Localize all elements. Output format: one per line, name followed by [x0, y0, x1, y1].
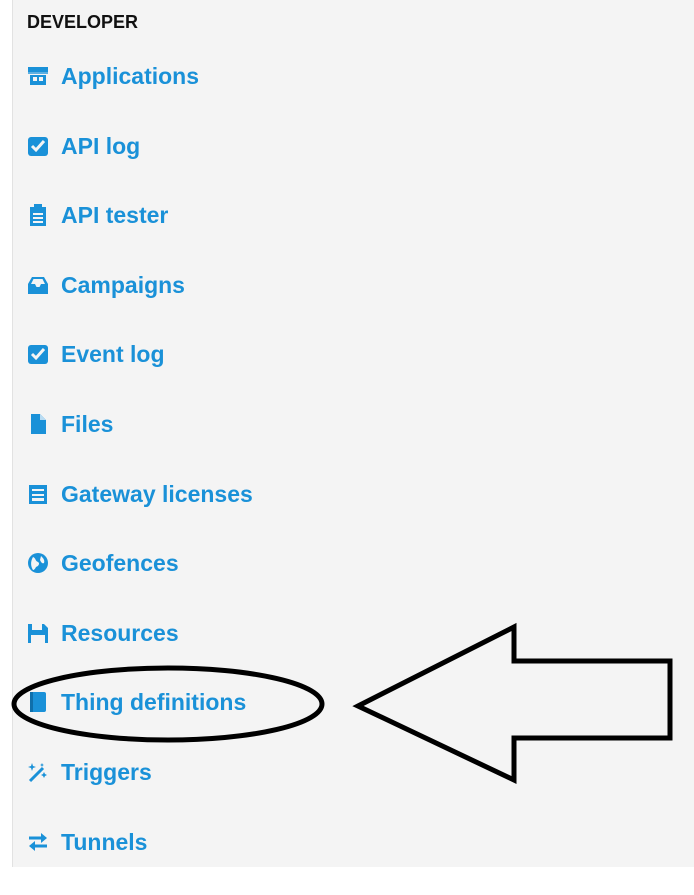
sidebar-item-label: Tunnels [61, 828, 148, 855]
sidebar-item-geofences[interactable]: Geofences [26, 547, 253, 617]
clipboard-icon [26, 203, 50, 227]
sidebar-item-label: Event log [61, 341, 165, 368]
sidebar-item-label: Triggers [61, 758, 152, 785]
magic-wand-icon [26, 760, 50, 784]
section-title: DEVELOPER [27, 12, 139, 32]
checkbox-icon [26, 134, 50, 158]
sidebar-item-label: Gateway licenses [61, 480, 253, 507]
sidebar-item-gateway-licenses[interactable]: Gateway licenses [26, 478, 253, 548]
inbox-icon [26, 273, 50, 297]
checkbox-icon [26, 342, 50, 366]
book-icon [26, 690, 50, 714]
save-icon [26, 621, 50, 645]
sidebar-item-event-log[interactable]: Event log [26, 338, 253, 408]
sidebar-item-campaigns[interactable]: Campaigns [26, 269, 253, 339]
globe-icon [26, 551, 50, 575]
nav-list: Applications API log API tester Campaign… [26, 60, 253, 895]
sidebar-item-label: API log [61, 132, 141, 159]
sidebar-item-thing-definitions[interactable]: Thing definitions [26, 686, 253, 756]
sidebar-item-label: Campaigns [61, 271, 185, 298]
sidebar-item-label: Applications [61, 63, 200, 89]
exchange-icon [26, 830, 50, 854]
sidebar-item-label: Resources [61, 619, 179, 646]
sidebar-item-label: Files [61, 410, 114, 437]
sidebar-item-applications[interactable]: Applications [26, 60, 253, 130]
store-icon [26, 64, 50, 88]
sidebar-item-label: Geofences [61, 550, 179, 577]
sidebar-item-label: Thing definitions [61, 689, 247, 716]
sidebar-item-files[interactable]: Files [26, 408, 253, 478]
sidebar-item-resources[interactable]: Resources [26, 617, 253, 687]
sidebar-item-api-tester[interactable]: API tester [26, 199, 253, 269]
newspaper-icon [26, 482, 50, 506]
file-icon [26, 412, 50, 436]
sidebar-item-label: API tester [61, 202, 169, 229]
sidebar-item-tunnels[interactable]: Tunnels [26, 826, 253, 895]
sidebar-item-api-log[interactable]: API log [26, 130, 253, 200]
sidebar-item-triggers[interactable]: Triggers [26, 756, 253, 826]
